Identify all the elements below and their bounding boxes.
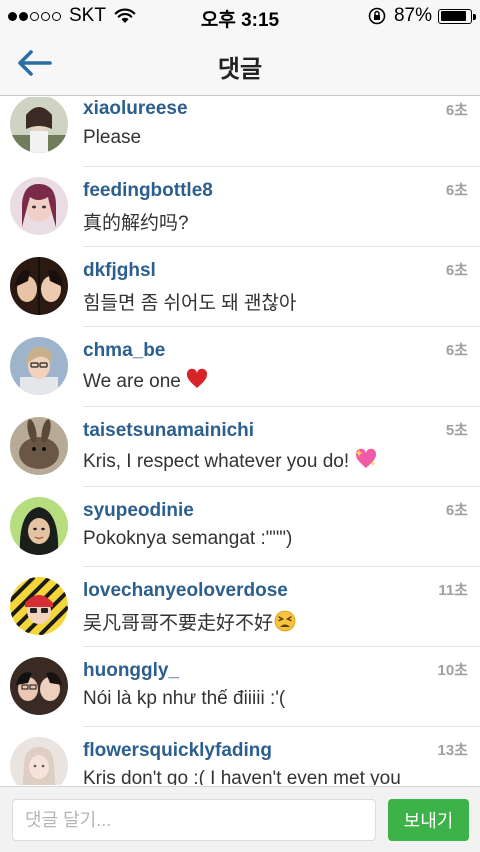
comment-item: chma_be 6초 We are one bbox=[0, 327, 480, 407]
comment-username[interactable]: huonggly_ bbox=[83, 660, 179, 682]
nav-bar: 댓글 bbox=[0, 32, 480, 96]
comment-time: 6초 bbox=[445, 262, 468, 279]
sparkling-heart-icon bbox=[355, 448, 377, 468]
comment-username[interactable]: taisetsunamainichi bbox=[83, 420, 254, 442]
comment-time: 5초 bbox=[445, 422, 468, 439]
comment-text: 힘들면 좀 쉬어도 돼 괜찮아 bbox=[83, 293, 297, 314]
comment-input-bar: 보내기 bbox=[0, 786, 480, 852]
comment-username[interactable]: feedingbottle8 bbox=[83, 180, 213, 202]
red-heart-icon bbox=[186, 368, 207, 388]
comment-username[interactable]: flowersquicklyfading bbox=[83, 740, 272, 762]
rotation-lock-icon bbox=[368, 7, 386, 25]
comment-item: syupeodinie 6초 Pokoknya semangat :""") bbox=[0, 487, 480, 567]
comment-input[interactable] bbox=[12, 799, 376, 841]
avatar[interactable] bbox=[10, 577, 68, 635]
comment-item: feedingbottle8 6초 真的解约吗? bbox=[0, 167, 480, 247]
comment-text: 吴凡哥哥不要走好不好 bbox=[83, 608, 296, 635]
comment-text: Please bbox=[83, 127, 142, 148]
comment-item: xiaolureese 6초 Please bbox=[0, 97, 480, 167]
comment-username[interactable]: syupeodinie bbox=[83, 500, 194, 522]
comment-item: huonggly_ 10초 Nói là kp như thế điiiii :… bbox=[0, 647, 480, 727]
comment-time: 6초 bbox=[445, 342, 468, 359]
battery-percentage: 87% bbox=[393, 5, 432, 26]
comment-time: 11초 bbox=[438, 582, 468, 599]
page-title: 댓글 bbox=[217, 56, 263, 83]
comment-username[interactable]: xiaolureese bbox=[83, 98, 188, 120]
comment-text-content: We are one bbox=[83, 371, 181, 392]
comment-text: Kris don't go :( I haven't even met you bbox=[83, 768, 401, 785]
avatar[interactable] bbox=[10, 177, 68, 235]
comment-text-content: Kris, I respect whatever you do! bbox=[83, 451, 350, 472]
comment-time: 13초 bbox=[437, 742, 469, 759]
avatar[interactable] bbox=[10, 97, 68, 153]
comments-list[interactable]: xiaolureese 6초 Please feedingbottle8 6초 … bbox=[0, 97, 480, 785]
send-button[interactable]: 보내기 bbox=[388, 799, 469, 841]
comment-time: 6초 bbox=[445, 182, 468, 199]
comment-text: Pokoknya semangat :""") bbox=[83, 528, 293, 549]
status-right: 87% bbox=[368, 5, 476, 27]
comment-time: 6초 bbox=[445, 502, 468, 519]
comment-text-content: 吴凡哥哥不要走好不好 bbox=[83, 613, 274, 634]
comment-text: 真的解约吗? bbox=[83, 213, 189, 234]
avatar[interactable] bbox=[10, 737, 68, 785]
avatar[interactable] bbox=[10, 497, 68, 555]
status-bar: SKT 오후 3:15 87% bbox=[0, 0, 480, 32]
comment-text: Nói là kp như thế điiiii :'( bbox=[83, 688, 286, 709]
comment-username[interactable]: dkfjghsl bbox=[83, 260, 156, 282]
comment-item: taisetsunamainichi 5초 Kris, I respect wh… bbox=[0, 407, 480, 487]
comment-text: Kris, I respect whatever you do! bbox=[83, 448, 378, 473]
battery-icon bbox=[438, 8, 476, 24]
comment-item: dkfjghsl 6초 힘들면 좀 쉬어도 돼 괜찮아 bbox=[0, 247, 480, 327]
avatar[interactable] bbox=[10, 657, 68, 715]
comment-time: 10초 bbox=[437, 662, 469, 679]
comment-username[interactable]: lovechanyeoloverdose bbox=[83, 580, 288, 602]
comment-time: 6초 bbox=[445, 102, 468, 119]
tired-face-icon bbox=[274, 610, 296, 632]
comment-item: flowersquicklyfading 13초 Kris don't go :… bbox=[0, 727, 480, 785]
avatar[interactable] bbox=[10, 257, 68, 315]
comment-item: lovechanyeoloverdose 11초 吴凡哥哥不要走好不好 bbox=[0, 567, 480, 647]
avatar[interactable] bbox=[10, 337, 68, 395]
avatar[interactable] bbox=[10, 417, 68, 475]
comment-username[interactable]: chma_be bbox=[83, 340, 165, 362]
comment-text: We are one bbox=[83, 368, 208, 393]
